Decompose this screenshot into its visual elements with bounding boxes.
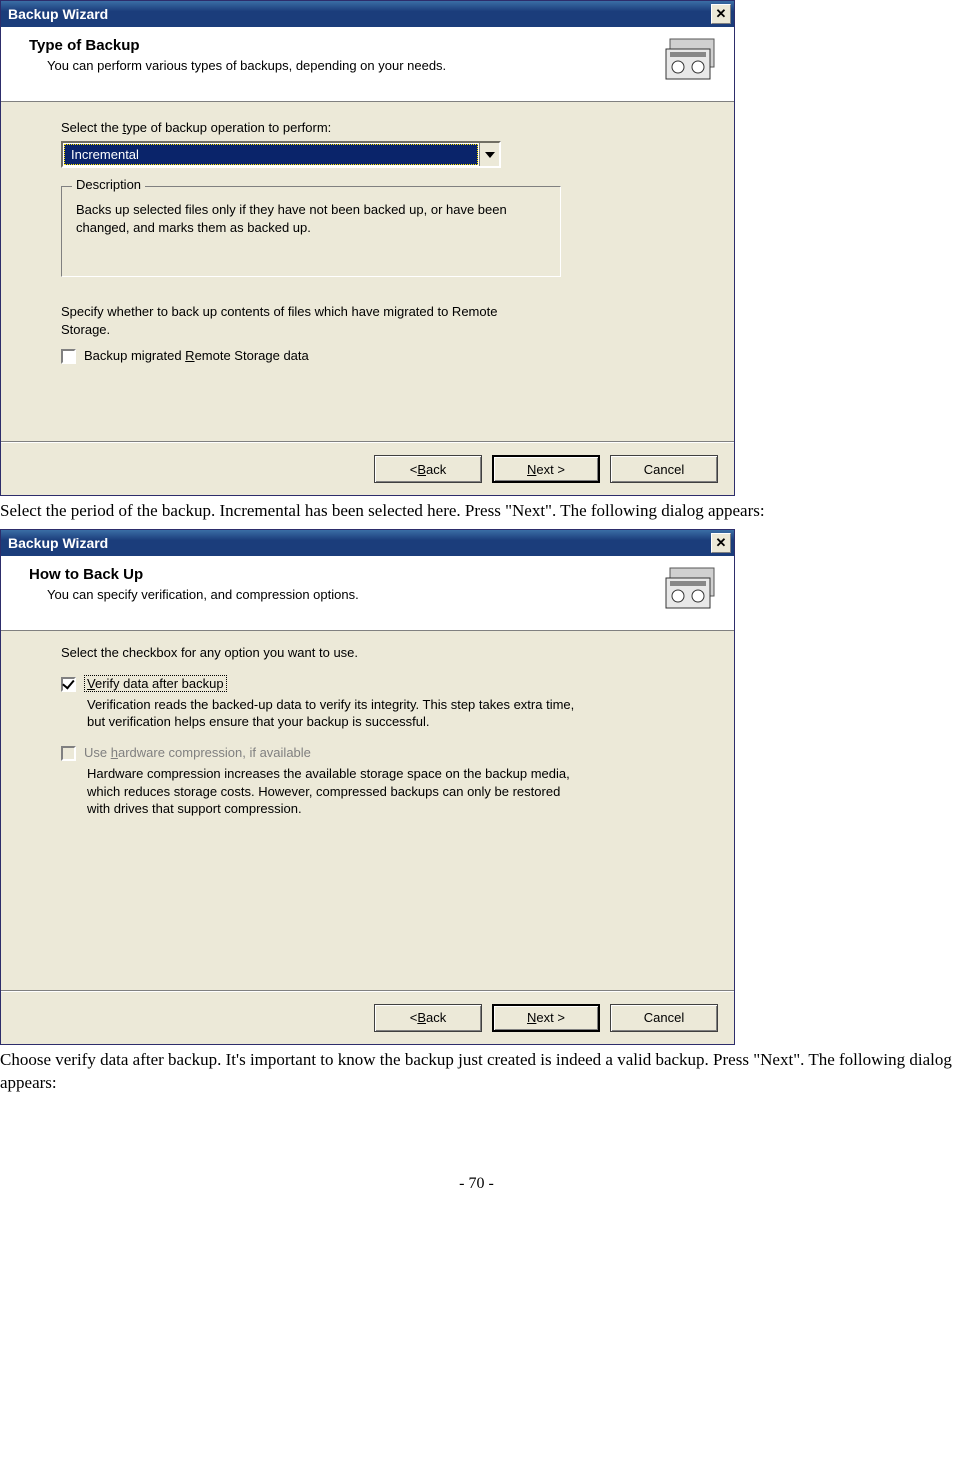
description-groupbox: Description Backs up selected files only… bbox=[61, 186, 561, 277]
close-button[interactable]: ✕ bbox=[711, 533, 731, 553]
page-number: - 70 - bbox=[0, 1175, 953, 1193]
remote-storage-checkbox[interactable] bbox=[61, 349, 76, 364]
next-button[interactable]: Next > bbox=[492, 1004, 600, 1032]
wizard-header-subtitle: You can perform various types of backups… bbox=[29, 58, 650, 73]
wizard-body: Select the checkbox for any option you w… bbox=[1, 631, 734, 991]
close-icon: ✕ bbox=[716, 535, 727, 551]
cancel-button[interactable]: Cancel bbox=[610, 455, 718, 483]
titlebar-text: Backup Wizard bbox=[8, 535, 711, 551]
description-text: Backs up selected files only if they hav… bbox=[76, 201, 546, 236]
cancel-button[interactable]: Cancel bbox=[610, 1004, 718, 1032]
wizard-header: Type of Backup You can perform various t… bbox=[1, 27, 734, 102]
verify-data-description: Verification reads the backed-up data to… bbox=[87, 696, 577, 731]
caption-2: Choose verify data after backup. It's im… bbox=[0, 1049, 953, 1095]
close-button[interactable]: ✕ bbox=[711, 4, 731, 24]
description-legend: Description bbox=[72, 177, 145, 192]
tape-backup-icon bbox=[664, 566, 720, 612]
hardware-compression-description: Hardware compression increases the avail… bbox=[87, 765, 577, 818]
wizard-header-title: Type of Backup bbox=[29, 37, 650, 54]
select-checkbox-label: Select the checkbox for any option you w… bbox=[61, 645, 706, 660]
remote-storage-checkbox-label: Backup migrated Remote Storage data bbox=[84, 348, 309, 363]
tape-backup-icon bbox=[664, 37, 720, 83]
next-button[interactable]: Next > bbox=[492, 455, 600, 483]
back-button[interactable]: < Back bbox=[374, 455, 482, 483]
titlebar[interactable]: Backup Wizard ✕ bbox=[1, 1, 734, 27]
hardware-compression-checkbox-label: Use hardware compression, if available bbox=[84, 745, 311, 760]
backup-wizard-type-dialog: Backup Wizard ✕ Type of Backup You can p… bbox=[0, 0, 735, 496]
wizard-body: Select the type of backup operation to p… bbox=[1, 102, 734, 442]
remote-storage-note: Specify whether to back up contents of f… bbox=[61, 303, 531, 338]
wizard-header-subtitle: You can specify verification, and compre… bbox=[29, 587, 650, 602]
wizard-header-title: How to Back Up bbox=[29, 566, 650, 583]
titlebar[interactable]: Backup Wizard ✕ bbox=[1, 530, 734, 556]
backup-wizard-how-dialog: Backup Wizard ✕ How to Back Up You can s… bbox=[0, 529, 735, 1045]
combo-dropdown-button[interactable] bbox=[479, 143, 499, 166]
wizard-footer: < Back Next > Cancel bbox=[1, 991, 734, 1044]
titlebar-text: Backup Wizard bbox=[8, 6, 711, 22]
close-icon: ✕ bbox=[716, 6, 727, 22]
back-button[interactable]: < Back bbox=[374, 1004, 482, 1032]
select-type-label: Select the type of backup operation to p… bbox=[61, 120, 704, 135]
chevron-down-icon bbox=[485, 152, 495, 158]
verify-data-checkbox-label: Verify data after backup bbox=[84, 676, 227, 691]
caption-1: Select the period of the backup. Increme… bbox=[0, 500, 953, 523]
wizard-header: How to Back Up You can specify verificat… bbox=[1, 556, 734, 631]
verify-data-checkbox[interactable] bbox=[61, 677, 76, 692]
hardware-compression-checkbox bbox=[61, 746, 76, 761]
backup-type-combo-value: Incremental bbox=[64, 144, 478, 165]
backup-type-combo[interactable]: Incremental bbox=[61, 141, 501, 168]
wizard-footer: < Back Next > Cancel bbox=[1, 442, 734, 495]
